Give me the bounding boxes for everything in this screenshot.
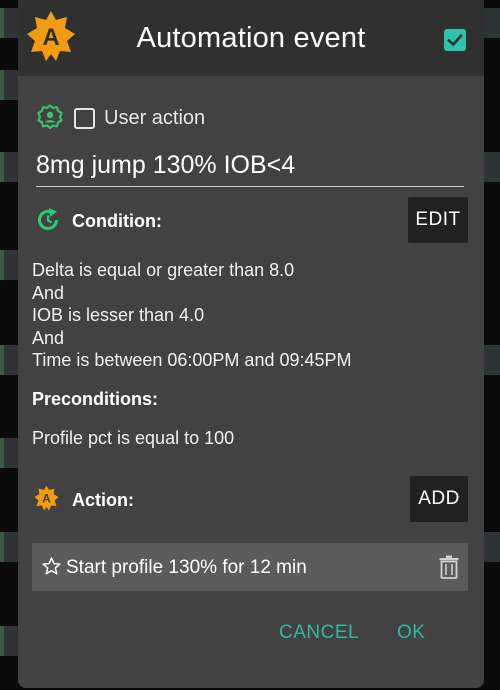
trash-icon[interactable] (438, 555, 460, 579)
automation-event-dialog: A Automation event User action Condition… (18, 0, 484, 688)
background-list-item (482, 152, 500, 182)
app-logo-icon: A (34, 485, 59, 511)
background-list-item (482, 532, 500, 562)
event-name-input[interactable] (36, 150, 464, 187)
condition-line: And (32, 328, 65, 348)
dialog-title: Automation event (136, 22, 366, 54)
user-gear-icon (37, 104, 63, 130)
event-enabled-checkbox[interactable] (444, 29, 466, 51)
ok-button[interactable]: OK (397, 622, 425, 644)
condition-line: Time is between 06:00PM and 09:45PM (32, 350, 352, 370)
background-list-item (482, 8, 500, 38)
refresh-icon (38, 208, 58, 230)
dialog-header: A Automation event (18, 0, 484, 76)
background-list-item (482, 345, 500, 375)
star-outline-icon (42, 557, 61, 575)
user-action-checkbox[interactable] (74, 108, 95, 129)
svg-text:A: A (42, 492, 51, 506)
add-action-button[interactable]: ADD (410, 476, 468, 522)
user-action-label: User action (104, 107, 206, 129)
condition-line: And (32, 283, 65, 303)
action-list-item[interactable]: Start profile 130% for 12 min (32, 543, 468, 591)
condition-line: IOB is lesser than 4.0 (32, 305, 205, 325)
precondition-line: Profile pct is equal to 100 (32, 428, 235, 448)
cancel-button[interactable]: CANCEL (279, 622, 359, 644)
preconditions-label: Preconditions: (32, 389, 159, 409)
condition-line: Delta is equal or greater than 8.0 (32, 260, 295, 280)
action-label: Action: (72, 490, 134, 510)
condition-label: Condition: (72, 211, 162, 231)
action-item-text: Start profile 130% for 12 min (66, 557, 307, 578)
edit-condition-button[interactable]: EDIT (408, 197, 468, 243)
checkmark-icon (447, 33, 463, 47)
